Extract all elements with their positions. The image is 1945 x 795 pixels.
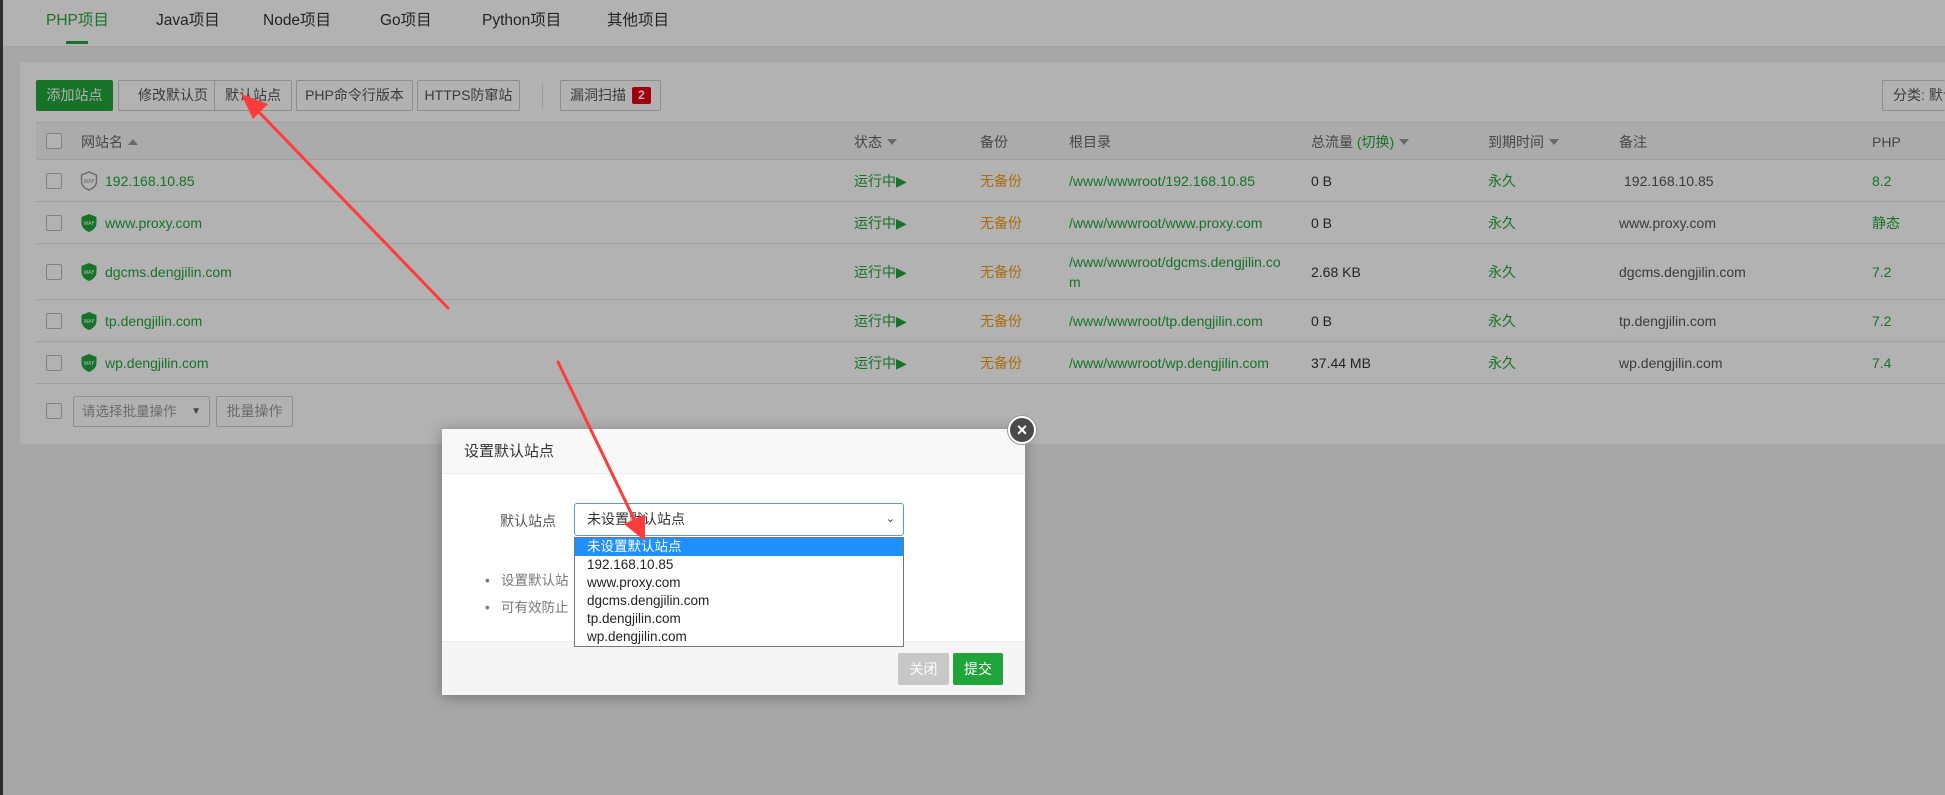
tip-text-2: 可有效防止 <box>500 600 569 615</box>
submit-button[interactable]: 提交 <box>953 653 1003 685</box>
chevron-down-icon: ⌄ <box>885 513 895 525</box>
dropdown-option[interactable]: 未设置默认站点 <box>575 538 903 556</box>
close-button[interactable]: 关闭 <box>898 653 949 685</box>
tip-text-1: 设置默认站 <box>500 573 569 588</box>
dropdown-option[interactable]: wp.dengjilin.com <box>575 628 903 646</box>
dialog-title: 设置默认站点 <box>442 429 1025 474</box>
dropdown-option[interactable]: tp.dengjilin.com <box>575 610 903 628</box>
default-site-dropdown: 未设置默认站点 192.168.10.85 www.proxy.com dgcm… <box>574 537 904 647</box>
tip-line-2: • 可有效防止 <box>485 600 569 615</box>
dropdown-option[interactable]: www.proxy.com <box>575 574 903 592</box>
dropdown-option[interactable]: 192.168.10.85 <box>575 556 903 574</box>
dropdown-option[interactable]: dgcms.dengjilin.com <box>575 592 903 610</box>
tip-line-1: • 设置默认站 <box>485 573 569 588</box>
dialog-footer: 关闭 提交 <box>442 641 1025 695</box>
default-site-select-value: 未设置默认站点 <box>587 511 685 527</box>
dialog-close-icon[interactable]: × <box>1008 416 1036 444</box>
window-edge <box>0 0 3 795</box>
default-site-label: 默认站点 <box>500 513 556 529</box>
default-site-select[interactable]: 未设置默认站点 ⌄ <box>574 503 904 536</box>
